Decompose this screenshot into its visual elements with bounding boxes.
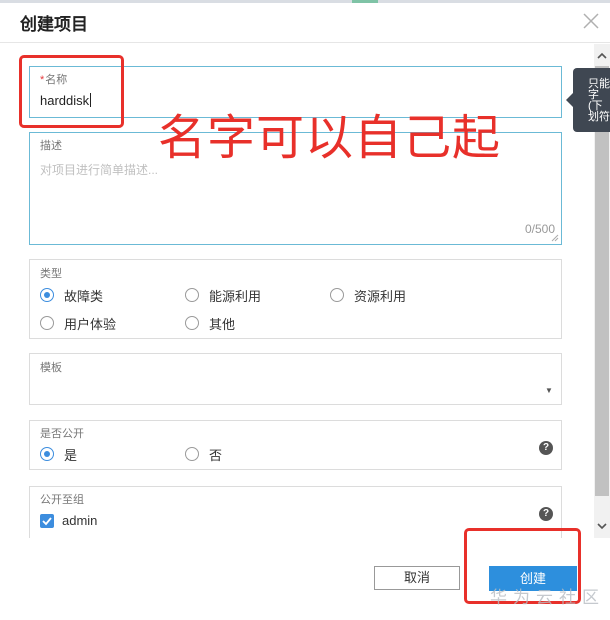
public-field: 是否公开 是 否 ?: [29, 420, 562, 470]
annotation-box-name: [19, 55, 124, 128]
checkbox-admin[interactable]: [40, 514, 54, 528]
name-tooltip: 只能字(下划符: [573, 68, 610, 132]
cancel-button[interactable]: 取消: [374, 566, 460, 590]
dropdown-arrow-icon[interactable]: ▼: [545, 386, 553, 395]
type-option-label[interactable]: 能源利用: [209, 286, 261, 305]
resize-handle-icon[interactable]: [551, 234, 559, 242]
template-label: 模板: [40, 362, 62, 374]
window-top-strip: [0, 0, 610, 3]
type-field: 类型 故障类 能源利用 资源利用 用户体验 其他: [29, 259, 562, 339]
type-option-label[interactable]: 故障类: [64, 286, 103, 305]
public-group-label: 公开至组: [40, 494, 84, 506]
close-button[interactable]: [580, 10, 602, 32]
watermark: 华为云社区: [490, 588, 605, 607]
header-divider: [0, 42, 610, 43]
scroll-up-arrow-icon[interactable]: [594, 50, 610, 62]
type-option-label[interactable]: 资源利用: [354, 286, 406, 305]
radio-type-resource[interactable]: [330, 288, 344, 302]
annotation-text: 名字可以自己起: [158, 112, 502, 165]
checkmark-icon: [42, 517, 52, 526]
top-strip-indicator: [352, 0, 378, 3]
public-option-label[interactable]: 是: [64, 445, 77, 464]
group-option-label[interactable]: admin: [62, 513, 97, 528]
type-option-label[interactable]: 用户体验: [64, 314, 116, 333]
public-option-label[interactable]: 否: [209, 445, 222, 464]
radio-type-fault[interactable]: [40, 288, 54, 302]
scroll-down-arrow-icon[interactable]: [594, 520, 610, 532]
public-label: 是否公开: [40, 428, 84, 440]
description-placeholder[interactable]: 对项目进行简单描述...: [40, 161, 158, 178]
radio-public-no[interactable]: [185, 447, 199, 461]
radio-public-yes[interactable]: [40, 447, 54, 461]
tooltip-arrow: [566, 93, 573, 107]
dialog-title: 创建项目: [20, 15, 88, 34]
radio-type-energy[interactable]: [185, 288, 199, 302]
description-label: 描述: [40, 140, 62, 152]
radio-type-ux[interactable]: [40, 316, 54, 330]
type-option-label[interactable]: 其他: [209, 314, 235, 333]
radio-type-other[interactable]: [185, 316, 199, 330]
type-label: 类型: [40, 268, 62, 280]
template-field[interactable]: 模板 ▼: [29, 353, 562, 405]
help-icon[interactable]: ?: [539, 507, 553, 521]
help-icon[interactable]: ?: [539, 441, 553, 455]
close-icon: [583, 13, 599, 29]
